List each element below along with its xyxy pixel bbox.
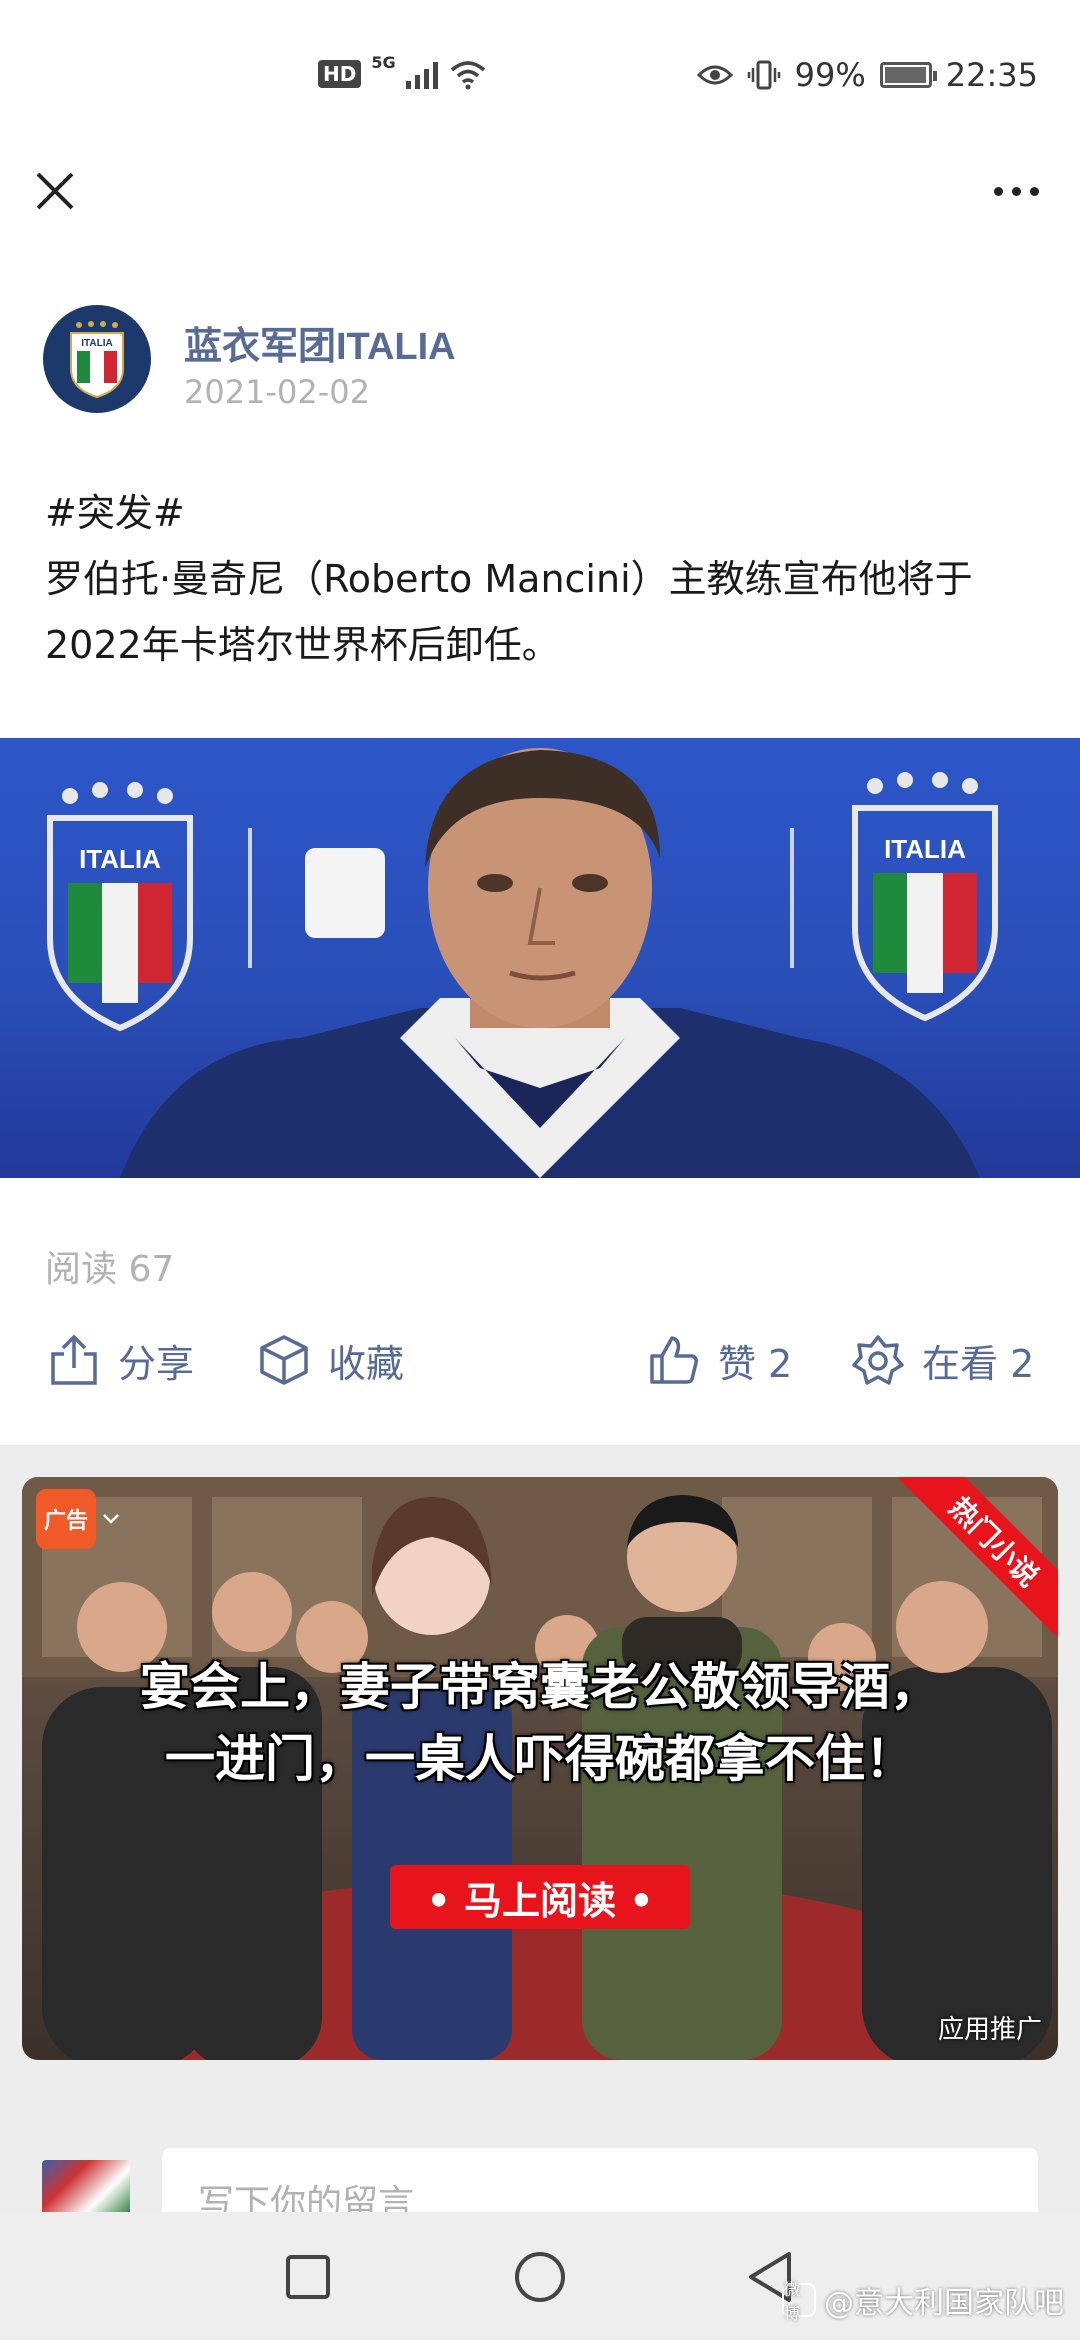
battery-icon bbox=[879, 62, 937, 88]
system-nav-bar: 微博 @意大利国家队吧 bbox=[0, 2212, 1080, 2340]
ad-type-label: 应用推广 bbox=[937, 2015, 1042, 2045]
signal-icon bbox=[405, 59, 438, 89]
left-crest-text: ITALIA bbox=[79, 844, 161, 874]
chevron-down-icon bbox=[103, 1514, 119, 1524]
left-italia-crest: ITALIA bbox=[47, 782, 193, 1032]
network-type: 5G bbox=[371, 52, 396, 72]
battery-percent: 99% bbox=[794, 56, 866, 94]
square-icon bbox=[286, 2255, 330, 2299]
thumbs-up-icon bbox=[648, 1334, 700, 1386]
like-label: 赞 2 bbox=[718, 1341, 793, 1386]
share-icon bbox=[48, 1334, 100, 1386]
ad-banner[interactable]: 广告 热门小说 宴会上，妻子带窝囊老公敬领导酒， 一进门，一桌人吓得碗都拿不住！… bbox=[22, 1477, 1058, 2060]
status-bar: HD 5G 99% 22:35 bbox=[0, 0, 1080, 150]
circle-icon bbox=[515, 2252, 565, 2302]
vibrate-icon bbox=[747, 60, 780, 90]
watching-icon bbox=[852, 1334, 904, 1386]
photo-illustration: ITALIA ITALIA bbox=[47, 748, 998, 1178]
more-options-button[interactable] bbox=[976, 160, 1056, 222]
read-count: 阅读 67 bbox=[45, 1249, 175, 1290]
post-content: 罗伯托·曼奇尼（Roberto Mancini）主教练宣布他将于2022年卡塔尔… bbox=[45, 557, 973, 667]
commenter-avatar bbox=[42, 2160, 130, 2216]
hd-badge: HD bbox=[318, 60, 362, 88]
clock: 22:35 bbox=[945, 56, 1038, 94]
favorite-button[interactable]: 收藏 bbox=[258, 1330, 404, 1390]
share-label: 分享 bbox=[118, 1341, 195, 1386]
battery-level bbox=[884, 67, 927, 83]
author-avatar[interactable]: ITALIA bbox=[43, 305, 151, 413]
close-icon bbox=[36, 172, 74, 210]
eye-icon bbox=[696, 65, 733, 85]
watermark-text: @意大利国家队吧 bbox=[824, 2286, 1064, 2321]
post-date: 2021-02-02 bbox=[184, 373, 370, 411]
watching-label: 在看 2 bbox=[922, 1341, 1035, 1386]
avatar-crest-text: ITALIA bbox=[81, 338, 112, 349]
close-button[interactable] bbox=[24, 160, 86, 222]
status-right-cluster: 99% 22:35 bbox=[696, 56, 1038, 94]
ad-badge-label: 广告 bbox=[36, 1489, 96, 1549]
post-body: #突发# 罗伯托·曼奇尼（Roberto Mancini）主教练宣布他将于202… bbox=[45, 480, 1045, 678]
favorite-label: 收藏 bbox=[328, 1341, 405, 1386]
ad-caption-line2: 一进门，一桌人吓得碗都拿不住！ bbox=[165, 1730, 915, 1788]
italia-crest-icon: ITALIA bbox=[70, 321, 124, 399]
status-left-cluster: HD 5G bbox=[318, 53, 488, 90]
right-crest-text: ITALIA bbox=[884, 834, 966, 864]
right-italia-crest: ITALIA bbox=[852, 772, 998, 1022]
post-photo[interactable]: ITALIA ITALIA bbox=[0, 738, 1080, 1178]
cube-icon bbox=[258, 1334, 310, 1386]
recent-apps-button[interactable] bbox=[273, 2242, 343, 2312]
weibo-logo-icon: 微博 bbox=[782, 2280, 816, 2323]
ad-badge[interactable]: 广告 bbox=[36, 1489, 122, 1549]
more-icon bbox=[993, 186, 1003, 196]
author-name[interactable]: 蓝衣军团ITALIA bbox=[184, 315, 456, 370]
wifi-icon bbox=[450, 61, 485, 90]
watching-button[interactable]: 在看 2 bbox=[852, 1330, 1034, 1390]
home-button[interactable] bbox=[505, 2242, 575, 2312]
share-button[interactable]: 分享 bbox=[48, 1330, 194, 1390]
like-button[interactable]: 赞 2 bbox=[648, 1330, 792, 1390]
watermark: 微博 @意大利国家队吧 bbox=[782, 2278, 1064, 2323]
post-hashtag: #突发# bbox=[45, 491, 185, 535]
read-now-button[interactable]: • 马上阅读 • bbox=[390, 1865, 690, 1929]
ad-caption-line1: 宴会上，妻子带窝囊老公敬领导酒， bbox=[140, 1658, 940, 1716]
